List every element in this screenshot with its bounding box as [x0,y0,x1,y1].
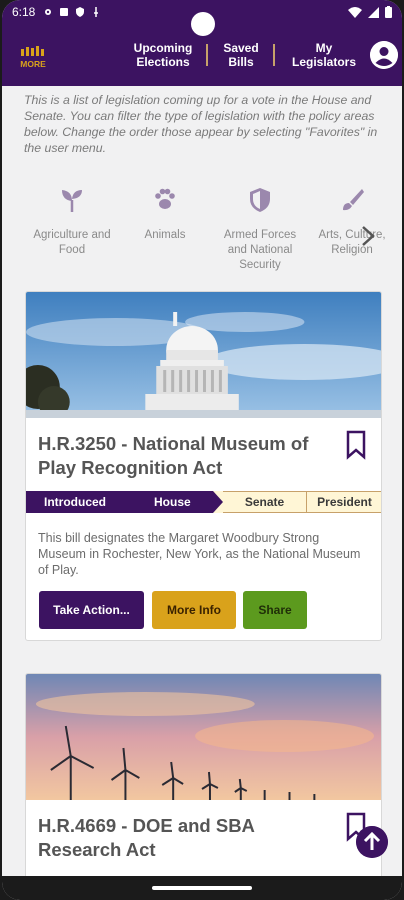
stage-house: House [154,495,191,509]
capitol-image [26,292,381,418]
policy-label: Food [58,244,86,256]
nav-my-legislators[interactable]: My Legislators [288,41,360,69]
policy-label: and National [227,244,293,256]
app-logo[interactable]: MORE [18,42,48,72]
nav-divider [273,44,275,66]
policy-label: Agriculture and [33,229,111,241]
bill-description: This bill designates the Margaret Woodbu… [38,531,361,577]
bill-card: H.R.4669 - DOE and SBA Research Act [25,673,382,900]
policy-armed-forces[interactable]: Armed Forces and National Security [210,180,310,273]
nav-saved-line2: Bills [228,55,254,69]
take-action-button[interactable]: Take Action... [39,591,144,629]
nav-upcoming-line1: Upcoming [133,41,193,55]
usb-icon [94,7,99,17]
shield-icon [250,188,270,212]
user-menu-icon[interactable] [370,41,398,69]
nav-saved-line1: Saved [223,41,259,55]
policy-animals[interactable]: Animals [115,180,215,243]
intro-text: This is a list of legislation coming up … [24,93,378,155]
policy-arts-culture[interactable]: Arts, Culture, Religion [302,180,402,258]
bill-card: H.R.3250 - National Museum of Play Recog… [25,291,382,641]
brush-icon [343,189,364,211]
policy-label: Armed Forces [223,229,297,241]
status-system-icons [348,6,392,18]
policy-label: Security [239,259,281,271]
camera-cutout [191,12,215,36]
nav-legislators-line1: My [315,41,333,55]
wifi-icon [348,6,362,18]
stage-completed: Introduced House [26,491,213,513]
stage-introduced: Introduced [44,495,106,509]
phone-screen: 6:18 MORE Upcoming Elections Saved Bills… [2,0,402,900]
status-time: 6:18 [12,5,36,19]
system-navigation-bar [2,876,402,900]
stage-president: President [307,491,381,513]
wind-turbines-image [26,674,381,800]
policy-label: Religion [331,244,373,256]
sprout-icon [62,190,82,212]
share-button[interactable]: Share [243,591,307,629]
stage-arrow-icon [213,491,223,513]
settings-icon [45,9,52,15]
logo-text: MORE [20,59,46,69]
policy-label: Arts, Culture, [318,229,386,241]
stage-senate: Senate [223,491,306,513]
home-handle[interactable] [152,886,252,890]
bill-progress-tracker: Introduced House Senate President [26,491,381,513]
bill-title[interactable]: H.R.4669 - DOE and SBA Research Act [26,800,381,862]
nav-divider [206,44,208,66]
scroll-to-top-button[interactable] [356,826,388,858]
nav-upcoming-elections[interactable]: Upcoming Elections [132,41,194,69]
shield-status-icon [76,7,85,17]
chevron-right-icon[interactable] [358,224,378,248]
paw-icon [155,188,175,209]
status-notification-icons [43,7,101,17]
nav-legislators-line2: Legislators [291,55,357,69]
policy-agriculture[interactable]: Agriculture and Food [22,180,122,258]
battery-icon [385,6,392,18]
bookmark-icon[interactable] [345,430,367,460]
more-info-button[interactable]: More Info [152,591,236,629]
signal-icon [368,6,379,18]
nav-upcoming-line2: Elections [136,55,190,69]
bill-title[interactable]: H.R.3250 - National Museum of Play Recog… [26,418,381,480]
policy-area-filter: Agriculture and Food Animals Armed Force… [2,180,402,280]
nav-saved-bills[interactable]: Saved Bills [216,41,266,69]
policy-label: Animals [144,229,186,241]
notification-icon [60,8,69,16]
